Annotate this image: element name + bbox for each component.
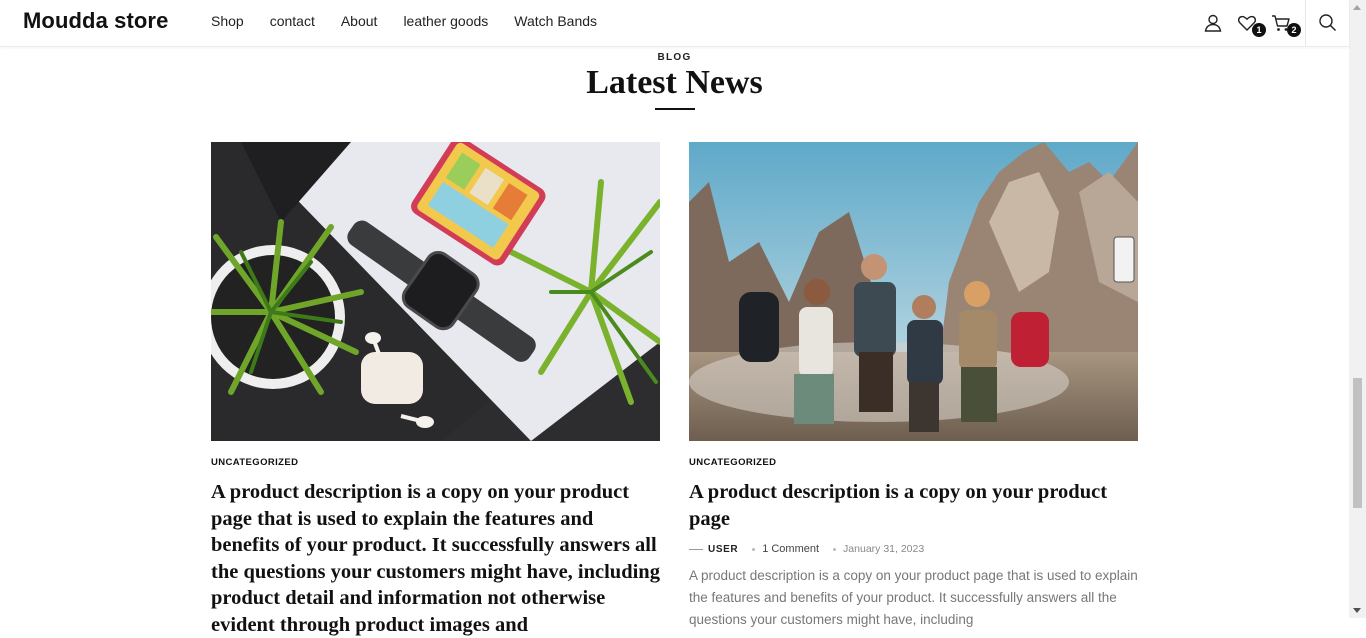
post-category[interactable]: UNCATEGORIZED <box>211 457 660 468</box>
blog-card: UNCATEGORIZED A product description is a… <box>689 142 1138 631</box>
post-date: January 31, 2023 <box>843 543 925 555</box>
post-excerpt: A product description is a copy on your … <box>689 568 1138 627</box>
scroll-down-arrow[interactable] <box>1353 608 1361 613</box>
cart-button[interactable]: 2 <box>1270 12 1301 37</box>
post-title[interactable]: A product description is a copy on your … <box>211 479 660 638</box>
nav-about[interactable]: About <box>341 13 378 29</box>
nav-watch-bands[interactable]: Watch Bands <box>514 13 597 29</box>
account-button[interactable] <box>1202 12 1224 34</box>
post-thumbnail[interactable] <box>689 142 1138 441</box>
section-eyebrow: BLOG <box>657 52 692 63</box>
meta-separator <box>752 547 756 551</box>
search-icon <box>1319 14 1337 32</box>
post-meta: USER 1 Comment January 31, 2023 <box>689 543 1138 555</box>
blog-card: UNCATEGORIZED A product description is a… <box>211 142 660 638</box>
scrollbar-thumb[interactable] <box>1353 378 1362 508</box>
nav-contact[interactable]: contact <box>270 13 315 29</box>
user-icon <box>1204 14 1222 32</box>
nav-shop[interactable]: Shop <box>211 13 244 29</box>
post-thumbnail[interactable] <box>211 142 660 441</box>
page-scrollbar[interactable] <box>1349 0 1366 618</box>
site-logo[interactable]: Moudda store <box>23 8 168 34</box>
post-category[interactable]: UNCATEGORIZED <box>689 457 1138 468</box>
scroll-up-arrow[interactable] <box>1353 5 1361 10</box>
post-title[interactable]: A product description is a copy on your … <box>689 479 1138 532</box>
meta-separator <box>833 547 837 551</box>
heading-underline <box>655 108 695 110</box>
wishlist-button[interactable]: 1 <box>1236 12 1266 37</box>
search-button[interactable] <box>1317 12 1339 34</box>
wishlist-count-badge: 1 <box>1252 23 1266 37</box>
section-heading: Latest News <box>586 64 763 101</box>
post-comments[interactable]: 1 Comment <box>762 543 819 555</box>
main-nav: Shop contact About leather goods Watch B… <box>211 13 597 29</box>
nav-leather-goods[interactable]: leather goods <box>403 13 488 29</box>
header-divider <box>1305 0 1306 46</box>
hikers-photo <box>689 142 1138 441</box>
cart-count-badge: 2 <box>1287 23 1301 37</box>
meta-dash <box>689 548 703 550</box>
post-author[interactable]: USER <box>708 544 738 555</box>
site-header: Moudda store Shop contact About leather … <box>0 0 1349 47</box>
watch-phone-photo <box>211 142 660 441</box>
